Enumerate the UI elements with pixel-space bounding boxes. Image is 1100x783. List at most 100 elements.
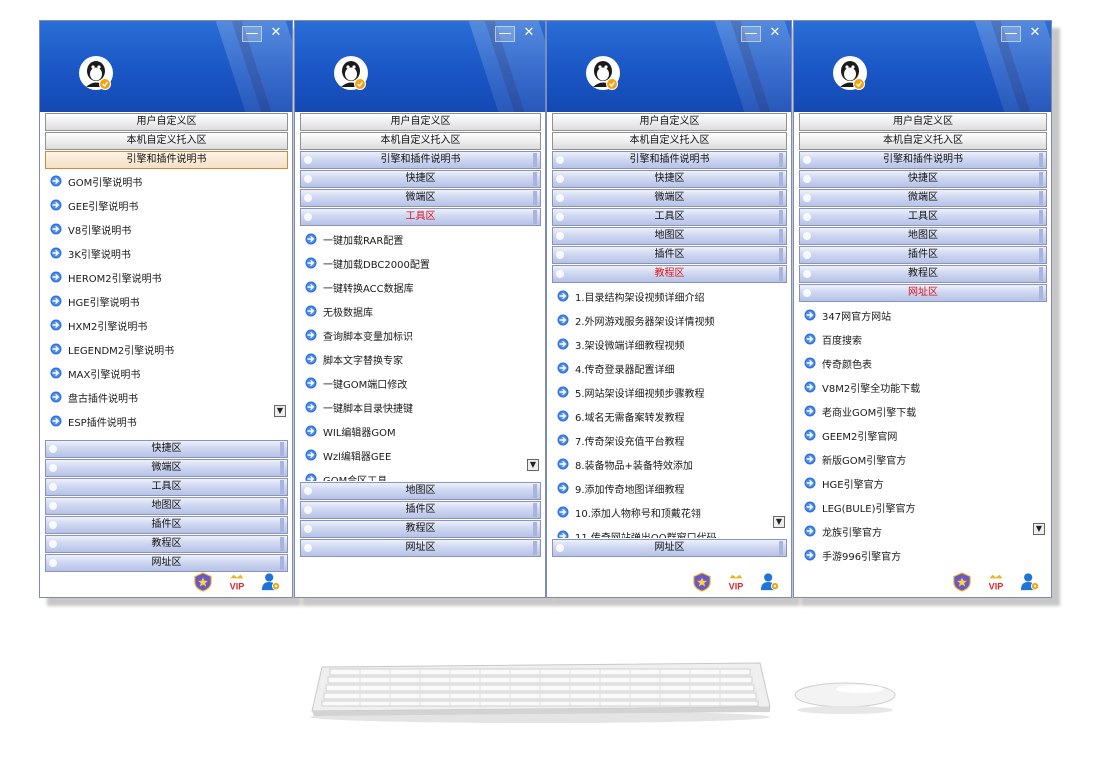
list-item[interactable]: LEGENDM2引擎说明书 (40, 337, 292, 361)
section-url[interactable]: 网址区 (552, 539, 787, 557)
section-quick[interactable]: 快捷区 (300, 170, 541, 188)
local-drop-area-button[interactable]: 本机自定义托入区 (300, 132, 541, 150)
user-area-button[interactable]: 用户自定义区 (45, 113, 288, 131)
close-icon[interactable]: ✕ (266, 26, 286, 42)
list-item[interactable]: 新版GOM引擎官方 (794, 447, 1051, 471)
section-tools[interactable]: 工具区 (45, 478, 288, 496)
list-item[interactable]: 7.传奇架设充值平台教程 (547, 428, 791, 452)
section-plugin[interactable]: 插件区 (300, 501, 541, 519)
list-item[interactable]: V8引擎说明书 (40, 217, 292, 241)
list-item[interactable]: 手游996引擎官方 (794, 543, 1051, 567)
vip-crown-icon[interactable] (226, 572, 248, 592)
user-area-button[interactable]: 用户自定义区 (552, 113, 787, 131)
list-item[interactable]: 老商业GOM引擎下载 (794, 399, 1051, 423)
section-client[interactable]: 微端区 (300, 189, 541, 207)
list-item[interactable]: ESP插件说明书 (40, 409, 292, 433)
user-settings-icon[interactable] (759, 572, 781, 592)
minimize-icon[interactable]: — (242, 26, 262, 42)
section-url[interactable]: 网址区 (300, 539, 541, 557)
scroll-down-button[interactable]: ▼ (274, 405, 286, 417)
section-quick[interactable]: 快捷区 (799, 170, 1047, 188)
list-item[interactable]: 3K引擎说明书 (40, 241, 292, 265)
list-item[interactable]: 3.架设微端详细教程视频 (547, 332, 791, 356)
vip-crown-icon[interactable] (985, 572, 1007, 592)
section-map[interactable]: 地图区 (799, 227, 1047, 245)
section-url[interactable]: 网址区 (799, 284, 1047, 302)
list-item[interactable]: WIL编辑器GOM (295, 419, 545, 443)
scroll-down-button[interactable]: ▼ (773, 516, 785, 528)
list-item[interactable]: 8.装备物品+装备特效添加 (547, 452, 791, 476)
list-item[interactable]: LEG(BULE)引擎官方 (794, 495, 1051, 519)
local-drop-area-button[interactable]: 本机自定义托入区 (552, 132, 787, 150)
user-area-button[interactable]: 用户自定义区 (799, 113, 1047, 131)
list-item[interactable]: 无极数据库 (295, 299, 545, 323)
section-engine-manual[interactable]: 引擎和插件说明书 (552, 151, 787, 169)
close-icon[interactable]: ✕ (519, 26, 539, 42)
list-item[interactable]: 2.外网游戏服务器架设详情视频 (547, 308, 791, 332)
user-settings-icon[interactable] (1019, 572, 1041, 592)
list-item[interactable]: 一键加载DBC2000配置 (295, 251, 545, 275)
list-item[interactable]: 一键脚本目录快捷键 (295, 395, 545, 419)
section-engine-manual[interactable]: 引擎和插件说明书 (300, 151, 541, 169)
section-map[interactable]: 地图区 (45, 497, 288, 515)
section-tutorial[interactable]: 教程区 (45, 535, 288, 553)
section-client[interactable]: 微端区 (45, 459, 288, 477)
section-plugin[interactable]: 插件区 (45, 516, 288, 534)
list-item[interactable]: HEROM2引擎说明书 (40, 265, 292, 289)
list-item[interactable]: GEE引擎说明书 (40, 193, 292, 217)
shield-badge-icon[interactable] (192, 572, 214, 592)
list-item[interactable]: 347网官方网站 (794, 303, 1051, 327)
qq-penguin-avatar-icon[interactable] (585, 54, 621, 92)
list-item[interactable]: 一键转换ACC数据库 (295, 275, 545, 299)
close-icon[interactable]: ✕ (765, 26, 785, 42)
local-drop-area-button[interactable]: 本机自定义托入区 (45, 132, 288, 150)
list-item[interactable]: HXM2引擎说明书 (40, 313, 292, 337)
list-item[interactable]: Wzl编辑器GEE (295, 443, 545, 467)
minimize-icon[interactable]: — (495, 26, 515, 42)
section-quick[interactable]: 快捷区 (45, 440, 288, 458)
list-item[interactable]: 11.传奇网站弹出QQ群窗口代码 (547, 524, 791, 538)
scroll-down-button[interactable]: ▼ (1033, 523, 1045, 535)
list-item[interactable]: 查询脚本变量加标识 (295, 323, 545, 347)
list-item[interactable]: 龙族引擎官方 (794, 519, 1051, 543)
qq-penguin-avatar-icon[interactable] (78, 54, 114, 92)
list-item[interactable]: GOM引擎说明书 (40, 169, 292, 193)
section-tools[interactable]: 工具区 (799, 208, 1047, 226)
section-engine-manual[interactable]: 引擎和插件说明书 (799, 151, 1047, 169)
list-item[interactable]: MAX引擎说明书 (40, 361, 292, 385)
list-item[interactable]: HGE引擎说明书 (40, 289, 292, 313)
section-tools[interactable]: 工具区 (552, 208, 787, 226)
list-item[interactable]: GOM合区工具 (295, 467, 545, 481)
section-tutorial[interactable]: 教程区 (552, 265, 787, 283)
engine-manual-button[interactable]: 引擎和插件说明书 (45, 151, 288, 169)
local-drop-area-button[interactable]: 本机自定义托入区 (799, 132, 1047, 150)
section-tools[interactable]: 工具区 (300, 208, 541, 226)
close-icon[interactable]: ✕ (1025, 26, 1045, 42)
user-settings-icon[interactable] (260, 572, 282, 592)
list-item[interactable]: GEEM2引擎官网 (794, 423, 1051, 447)
section-client[interactable]: 微端区 (799, 189, 1047, 207)
list-item[interactable]: 传奇颜色表 (794, 351, 1051, 375)
list-item[interactable]: 百度搜索 (794, 327, 1051, 351)
list-item[interactable]: V8M2引擎全功能下载 (794, 375, 1051, 399)
user-area-button[interactable]: 用户自定义区 (300, 113, 541, 131)
minimize-icon[interactable]: — (741, 26, 761, 42)
section-plugin[interactable]: 插件区 (552, 246, 787, 264)
list-item[interactable]: 盘古插件说明书 (40, 385, 292, 409)
list-item[interactable]: 10.添加人物称号和顶戴花翎 (547, 500, 791, 524)
shield-badge-icon[interactable] (691, 572, 713, 592)
section-quick[interactable]: 快捷区 (552, 170, 787, 188)
scroll-down-button[interactable]: ▼ (527, 459, 539, 471)
list-item[interactable]: 一键GOM端口修改 (295, 371, 545, 395)
minimize-icon[interactable]: — (1001, 26, 1021, 42)
list-item[interactable]: 6.域名无需备案转发教程 (547, 404, 791, 428)
list-item[interactable]: 4.传奇登录器配置详细 (547, 356, 791, 380)
qq-penguin-avatar-icon[interactable] (333, 54, 369, 92)
section-tutorial[interactable]: 教程区 (799, 265, 1047, 283)
list-item[interactable]: 9.添加传奇地图详细教程 (547, 476, 791, 500)
shield-badge-icon[interactable] (951, 572, 973, 592)
list-item[interactable]: 一键加载RAR配置 (295, 227, 545, 251)
list-item[interactable]: HGE引擎官方 (794, 471, 1051, 495)
list-item[interactable]: 脚本文字替换专家 (295, 347, 545, 371)
qq-penguin-avatar-icon[interactable] (832, 54, 868, 92)
